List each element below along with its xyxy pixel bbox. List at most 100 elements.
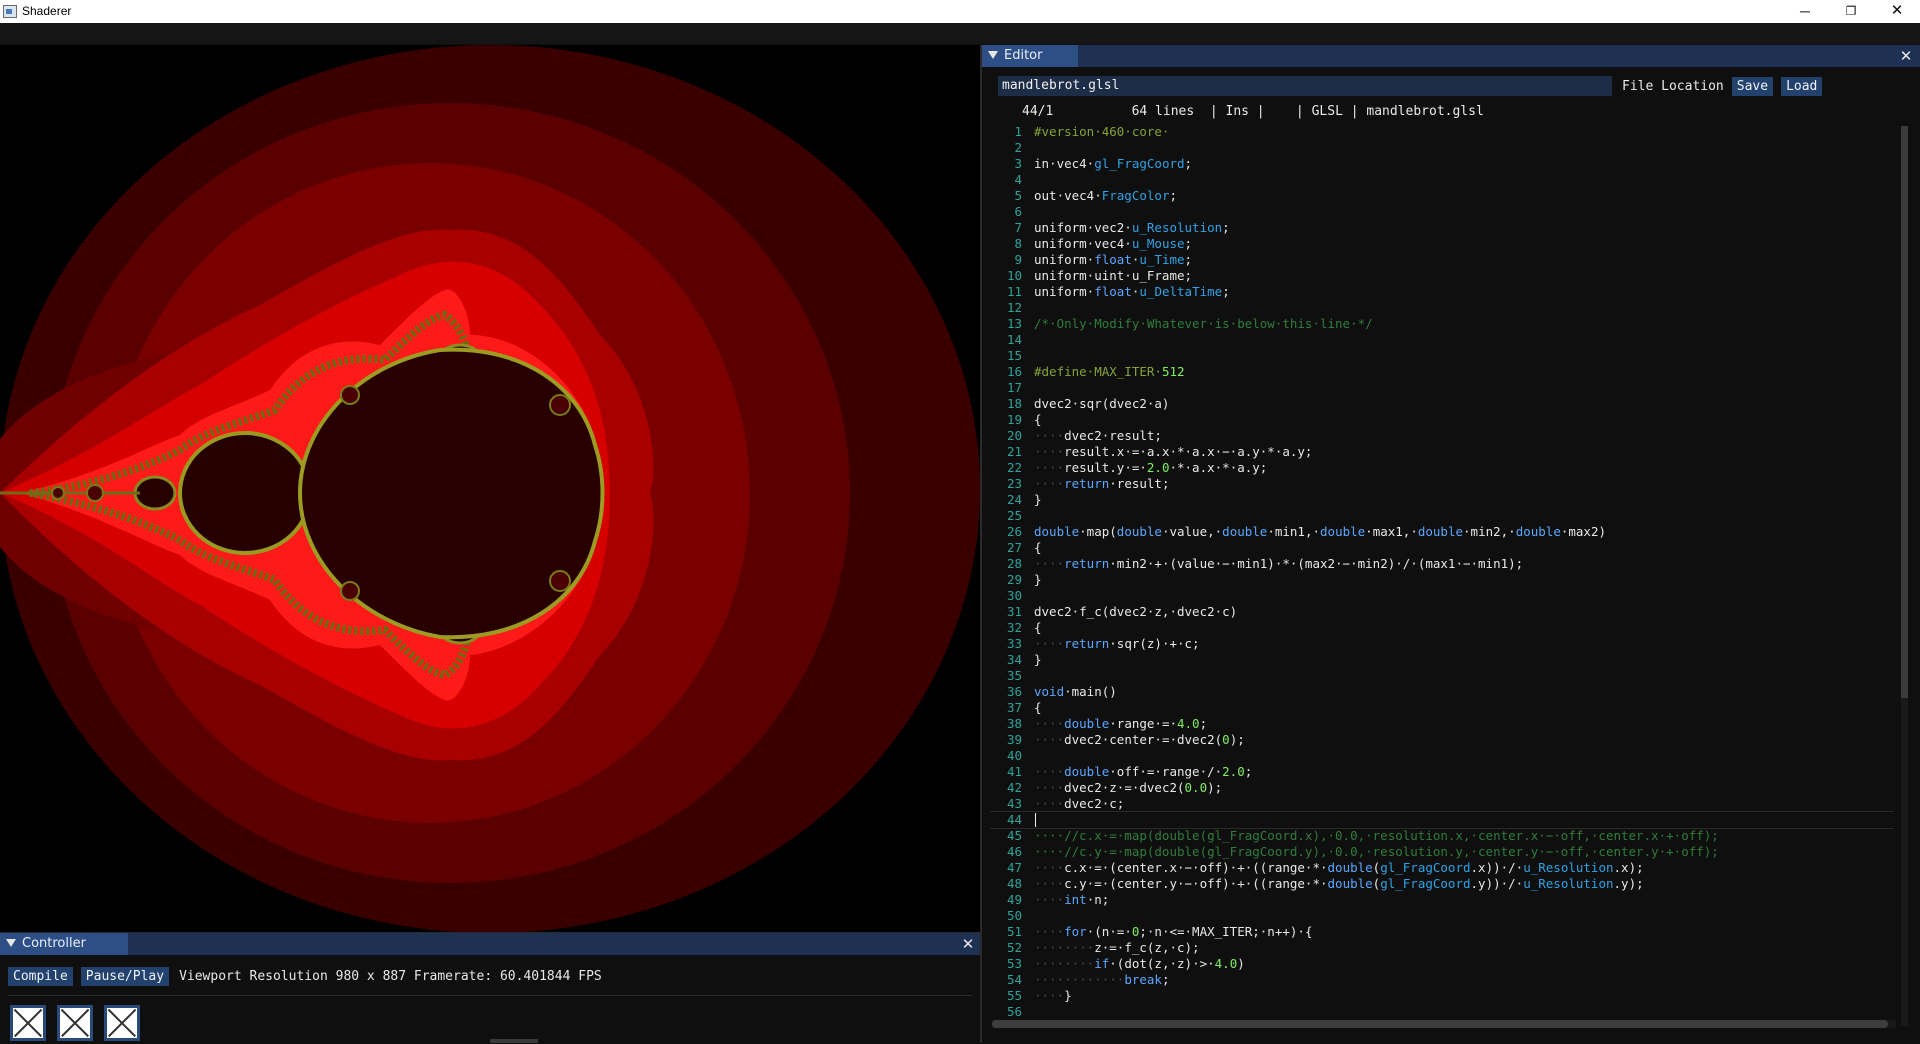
- line-number: 12: [1006, 300, 1022, 315]
- line-number: 16: [1006, 364, 1022, 379]
- code-line[interactable]: 38 ····double·range·=·4.0;: [990, 716, 1894, 732]
- code-line[interactable]: 14: [990, 332, 1894, 348]
- code-line[interactable]: 49 ····int·n;: [990, 892, 1894, 908]
- text-caret: [1035, 813, 1036, 827]
- code-line[interactable]: 28 ····return·min2·+·(value·−·min1)·*·(ma…: [990, 556, 1894, 572]
- code-line[interactable]: 15: [990, 348, 1894, 364]
- code-line[interactable]: 34}: [990, 652, 1894, 668]
- maximize-button[interactable]: ❐: [1828, 0, 1874, 23]
- code-line[interactable]: 12: [990, 300, 1894, 316]
- editor-vertical-scrollbar[interactable]: [1901, 126, 1908, 1026]
- code-line[interactable]: 37 {: [990, 700, 1894, 716]
- code-line[interactable]: 19 {: [990, 412, 1894, 428]
- collapse-triangle-icon[interactable]: [988, 50, 998, 59]
- compile-button[interactable]: Compile: [8, 966, 73, 986]
- controller-close-icon[interactable]: ✕: [958, 933, 978, 955]
- vertical-scroll-thumb[interactable]: [1901, 126, 1908, 698]
- line-number: 29: [1006, 572, 1022, 587]
- code-line[interactable]: 39 ····dvec2·center·=·dvec2(0);: [990, 732, 1894, 748]
- file-location-label[interactable]: File Location: [1622, 79, 1724, 94]
- texture-slot-3[interactable]: [104, 1005, 140, 1041]
- line-number: 48: [1006, 876, 1022, 891]
- collapse-triangle-icon[interactable]: [6, 938, 16, 947]
- editor-horizontal-scrollbar[interactable]: [992, 1020, 1896, 1028]
- code-line[interactable]: 30: [990, 588, 1894, 604]
- code-line[interactable]: 26 double·map(double·value,·double·min1,·…: [990, 524, 1894, 540]
- code-line[interactable]: 9 uniform·float·u_Time;: [990, 252, 1894, 268]
- line-number: 2: [1014, 140, 1022, 155]
- close-window-button[interactable]: ✕: [1874, 0, 1920, 23]
- code-line[interactable]: 50: [990, 908, 1894, 924]
- load-button[interactable]: Load: [1781, 76, 1823, 96]
- code-line[interactable]: 29}: [990, 572, 1894, 588]
- code-line[interactable]: 35: [990, 668, 1894, 684]
- code-line[interactable]: 52 ········z·=·f_c(z,·c);: [990, 940, 1894, 956]
- code-line[interactable]: 16 #define·MAX_ITER·512: [990, 364, 1894, 380]
- code-line[interactable]: 10 uniform·uint·u_Frame;: [990, 268, 1894, 284]
- filename-input[interactable]: mandlebrot.glsl: [998, 76, 1612, 96]
- code-line[interactable]: 27 {: [990, 540, 1894, 556]
- code-line[interactable]: 21 ····result.x·=·a.x·*·a.x·−·a.y·*·a.y;: [990, 444, 1894, 460]
- code-line[interactable]: 46 ····//c.y·=·map(double(gl_FragCoord.y)…: [990, 844, 1894, 860]
- code-line[interactable]: 5 out·vec4·FragColor;: [990, 188, 1894, 204]
- code-line[interactable]: 43 ····dvec2·c;: [990, 796, 1894, 812]
- code-line[interactable]: 8 uniform·vec4·u_Mouse;: [990, 236, 1894, 252]
- code-line[interactable]: 54 ············break;: [990, 972, 1894, 988]
- code-line[interactable]: 18 dvec2·sqr(dvec2·a): [990, 396, 1894, 412]
- code-line[interactable]: 7 uniform·vec2·u_Resolution;: [990, 220, 1894, 236]
- editor-close-icon[interactable]: ✕: [1896, 45, 1916, 67]
- code-line[interactable]: 3 in·vec4·gl_FragCoord;: [990, 156, 1894, 172]
- code-line[interactable]: 40: [990, 748, 1894, 764]
- horizontal-scroll-thumb[interactable]: [992, 1020, 1888, 1028]
- line-number: 40: [1006, 748, 1022, 763]
- code-line[interactable]: 56: [990, 1004, 1894, 1020]
- code-line[interactable]: 31 dvec2·f_c(dvec2·z,·dvec2·c): [990, 604, 1894, 620]
- code-line[interactable]: 47 ····c.x·=·(center.x·−·off)·+·((range·*…: [990, 860, 1894, 876]
- editor-titlebar: Editor: [982, 45, 1920, 67]
- code-line[interactable]: 36 void·main(): [990, 684, 1894, 700]
- controller-tab[interactable]: Controller: [0, 933, 128, 955]
- code-line[interactable]: 22 ····result.y·=·2.0·*·a.x·*·a.y;: [990, 460, 1894, 476]
- code-line[interactable]: 1 #version·460·core·: [990, 124, 1894, 140]
- code-line[interactable]: 48 ····c.y·=·(center.y·−·off)·+·((range·*…: [990, 876, 1894, 892]
- code-line[interactable]: 13 /*·Only·Modify·Whatever·is·below·this·…: [990, 316, 1894, 332]
- code-line[interactable]: 24}: [990, 492, 1894, 508]
- code-token: dvec2·sqr(dvec2·a): [1034, 396, 1170, 411]
- code-line[interactable]: 55 ····}: [990, 988, 1894, 1004]
- code-line[interactable]: 42 ····dvec2·z·=·dvec2(0.0);: [990, 780, 1894, 796]
- code-line[interactable]: 6: [990, 204, 1894, 220]
- code-line[interactable]: 23 ····return·result;: [990, 476, 1894, 492]
- code-line[interactable]: 44: [990, 811, 1894, 829]
- code-token: .y);: [1613, 876, 1644, 891]
- texture-slot-2[interactable]: [57, 1005, 93, 1041]
- code-line[interactable]: 4: [990, 172, 1894, 188]
- code-line[interactable]: 51 ····for·(n·=·0;·n·<=·MAX_ITER;·n++)·{: [990, 924, 1894, 940]
- code-line[interactable]: 33 ····return·sqr(z)·+·c;: [990, 636, 1894, 652]
- shader-viewport[interactable]: [0, 45, 980, 932]
- code-token: ·n;: [1086, 892, 1110, 907]
- code-line[interactable]: 41 ····double·off·=·range·/·2.0;: [990, 764, 1894, 780]
- minimize-button[interactable]: ─: [1782, 0, 1828, 23]
- save-button[interactable]: Save: [1731, 76, 1774, 96]
- line-number: 22: [1006, 460, 1022, 475]
- code-line[interactable]: 2: [990, 140, 1894, 156]
- code-line[interactable]: 11 uniform·float·u_DeltaTime;: [990, 284, 1894, 300]
- line-number: 26: [1006, 524, 1022, 539]
- texture-slot-1[interactable]: [10, 1005, 46, 1041]
- code-line[interactable]: 20 ····dvec2·result;: [990, 428, 1894, 444]
- code-line[interactable]: 17: [990, 380, 1894, 396]
- code-token: ·map(: [1079, 524, 1117, 539]
- code-line[interactable]: 32 {: [990, 620, 1894, 636]
- code-line[interactable]: 53 ········if·(dot(z,·z)·>·4.0): [990, 956, 1894, 972]
- controller-scrollbar[interactable]: [490, 1039, 538, 1043]
- code-line[interactable]: 45 ····//c.x·=·map(double(gl_FragCoord.x)…: [990, 828, 1894, 844]
- pause-play-button[interactable]: Pause/Play: [80, 966, 170, 986]
- line-number: 47: [1006, 860, 1022, 875]
- code-editor[interactable]: 1 #version·460·core· 2 3 in·vec4·gl_FragCoor…: [990, 124, 1894, 1020]
- code-line[interactable]: 25: [990, 508, 1894, 524]
- code-token: ·(dot(z,·z)·>·: [1109, 956, 1215, 971]
- code-token: ····: [1034, 892, 1065, 907]
- editor-tab[interactable]: Editor: [982, 45, 1078, 67]
- code-token: ·main(): [1064, 684, 1117, 699]
- code-token: z·=·f_c(z,·c);: [1094, 940, 1200, 955]
